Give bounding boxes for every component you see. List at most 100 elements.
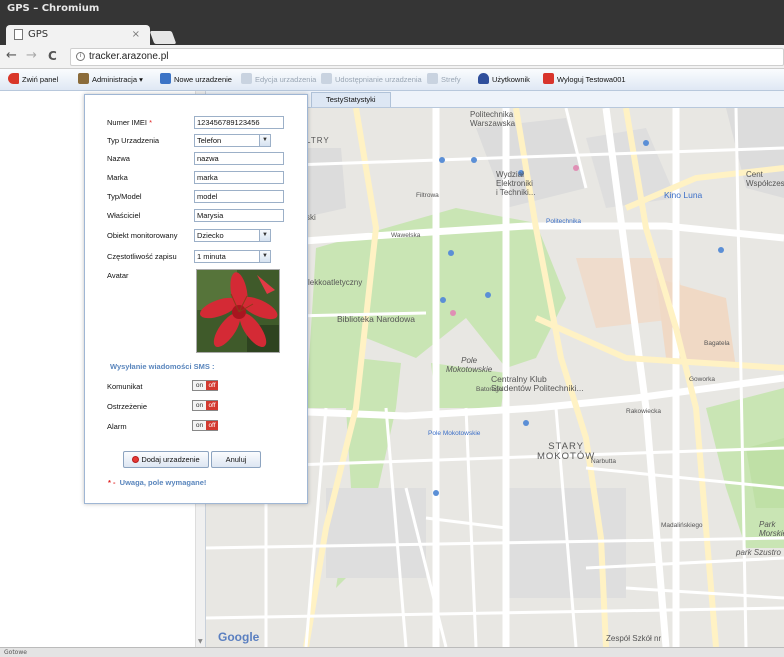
name-label: Nazwa: [107, 154, 130, 163]
map-label-madalinskiego: Madalińskiego: [661, 522, 703, 529]
map-label-politechnika-metro: Politechnika: [546, 218, 582, 225]
frequency-row: Częstotliwość zapisu 1 minuta ▼: [85, 250, 309, 264]
new-device-button[interactable]: Nowe urzadzenie: [160, 73, 232, 87]
window-title: GPS – Chromium: [0, 0, 784, 17]
sms-heading: Wysyłanie wiadomości SMS :: [110, 362, 215, 371]
close-tab-icon[interactable]: ×: [132, 25, 140, 44]
frequency-select[interactable]: 1 minuta ▼: [194, 250, 271, 263]
toggle-on: on: [193, 401, 206, 410]
object-row: Obiekt monitorowany Dziecko ▼: [85, 229, 309, 243]
collapse-panel-button[interactable]: Zwiń panel: [8, 73, 58, 87]
add-icon: [132, 456, 140, 463]
back-icon[interactable]: ←: [6, 48, 17, 63]
avatar-image[interactable]: [196, 269, 280, 353]
scroll-down-icon[interactable]: ▼: [198, 638, 203, 645]
toggle-row-ostrzezenie: Ostrzeżenie on off: [85, 400, 309, 414]
name-row: Nazwa: [85, 152, 309, 166]
owner-input[interactable]: [194, 209, 284, 222]
administration-menu[interactable]: Administracja ▾: [78, 73, 143, 87]
model-row: Typ/Model: [85, 190, 309, 204]
owner-label: Właściciel: [107, 211, 141, 220]
map-label-zespol: Zespół Szkół nr: [606, 634, 662, 643]
model-input[interactable]: [194, 190, 284, 203]
zones-icon: [427, 73, 438, 84]
tab-stats[interactable]: TestyStatystyki: [311, 92, 391, 107]
frequency-label: Częstotliwość zapisu: [107, 252, 177, 261]
imei-input[interactable]: [194, 116, 284, 129]
share-icon: [321, 73, 332, 84]
toggle-row-komunikat: Komunikat on off: [85, 380, 309, 394]
new-device-icon: [160, 73, 171, 84]
toggle-label: Alarm: [107, 422, 127, 431]
map-label-filtrowa: Filtrowa: [416, 192, 439, 199]
komunikat-toggle[interactable]: on off: [192, 380, 218, 391]
chevron-down-icon: ▼: [259, 230, 270, 241]
new-device-form: Numer IMEI * Typ Urzadzenia Telefon▼ Naz…: [84, 94, 308, 504]
map-label-park: ParkMorskie O: [759, 520, 784, 538]
app-toolbar: Zwiń panel Administracja ▾ Nowe urzadzen…: [0, 69, 784, 91]
map-label-lekkoatl: lekkoatletyczny: [308, 278, 363, 287]
brand-input[interactable]: [194, 171, 284, 184]
type-row: Typ Urzadzenia Telefon ▼: [85, 134, 309, 148]
map-label-rakowiecka: Rakowiecka: [626, 408, 662, 415]
logout-button[interactable]: Wyloguj Testowa001: [543, 73, 626, 87]
url-input[interactable]: i tracker.arazone.pl: [70, 48, 784, 66]
forward-icon[interactable]: →: [26, 48, 37, 63]
map-label-batorego: Batorego: [476, 386, 503, 393]
user-icon: [478, 73, 489, 84]
browser-tab[interactable]: GPS ×: [6, 25, 150, 45]
user-button[interactable]: Użytkownik: [478, 73, 530, 87]
add-device-button[interactable]: Dodaj urzadzenie: [123, 451, 209, 468]
new-tab-button[interactable]: [149, 31, 177, 44]
map-label-park-sz: park Szustro: [736, 548, 781, 557]
map-label-bagatela: Bagatela: [704, 340, 730, 347]
chevron-down-icon: ▼: [259, 251, 270, 262]
tab-strip: GPS ×: [0, 17, 784, 45]
type-label: Typ Urzadzenia: [107, 136, 160, 145]
toggle-off: off: [206, 381, 218, 390]
toggle-label: Komunikat: [107, 382, 143, 391]
edit-device-button[interactable]: Edycja urzadzenia: [241, 73, 316, 87]
name-input[interactable]: [194, 152, 284, 165]
chevron-down-icon: ▾: [139, 75, 143, 84]
toggle-on: on: [193, 381, 206, 390]
object-select[interactable]: Dziecko ▼: [194, 229, 271, 242]
zones-button[interactable]: Strefy: [427, 73, 461, 87]
map-label-kino: Kino Luna: [664, 190, 703, 200]
tab-title: GPS: [28, 29, 49, 40]
reload-icon[interactable]: C: [48, 49, 57, 63]
imei-label: Numer IMEI *: [107, 118, 153, 127]
alarm-toggle[interactable]: on off: [192, 420, 218, 431]
map-label-klub: Centralny Klub Studentów Politechniki...: [491, 374, 584, 393]
ostrzezenie-toggle[interactable]: on off: [192, 400, 218, 411]
imei-row: Numer IMEI *: [85, 116, 309, 130]
type-select[interactable]: Telefon ▼: [194, 134, 271, 147]
edit-device-icon: [241, 73, 252, 84]
google-logo: Google: [218, 630, 260, 644]
map-label-biblioteka: Biblioteka Narodowa: [337, 314, 415, 324]
map-label-wawelska: Wawelska: [391, 232, 421, 239]
page-icon: [14, 29, 23, 40]
url-text: tracker.arazone.pl: [89, 51, 169, 62]
status-bar: Gotowe: [0, 647, 784, 657]
map-label-wydzial: Wydział Elektroniki i Techniki...: [496, 170, 536, 197]
cancel-button[interactable]: Anuluj: [211, 451, 261, 468]
logout-icon: [543, 73, 554, 84]
toggle-row-alarm: Alarm on off: [85, 420, 309, 434]
collapse-arrow-icon: [8, 73, 19, 84]
required-note: * - Uwaga, pole wymagane!: [108, 478, 207, 487]
model-label: Typ/Model: [107, 192, 142, 201]
site-info-icon[interactable]: i: [76, 52, 85, 61]
map-label-pole-metro: Pole Mokotowskie: [428, 430, 481, 437]
brand-row: Marka: [85, 171, 309, 185]
toggle-on: on: [193, 421, 206, 430]
avatar-label: Avatar: [107, 271, 129, 280]
chevron-down-icon: ▼: [259, 135, 270, 146]
map-label-politechnika: Politechnika Warszawska: [470, 110, 516, 128]
map-label-cent: CentWspółczesn: [746, 170, 784, 188]
owner-row: Właściciel: [85, 209, 309, 223]
status-text: Gotowe: [4, 649, 27, 656]
map-label-stary: STARY MOKOTÓW: [537, 441, 596, 462]
toggle-label: Ostrzeżenie: [107, 402, 148, 411]
share-device-button[interactable]: Udostępnianie urzadzenia: [321, 73, 422, 87]
